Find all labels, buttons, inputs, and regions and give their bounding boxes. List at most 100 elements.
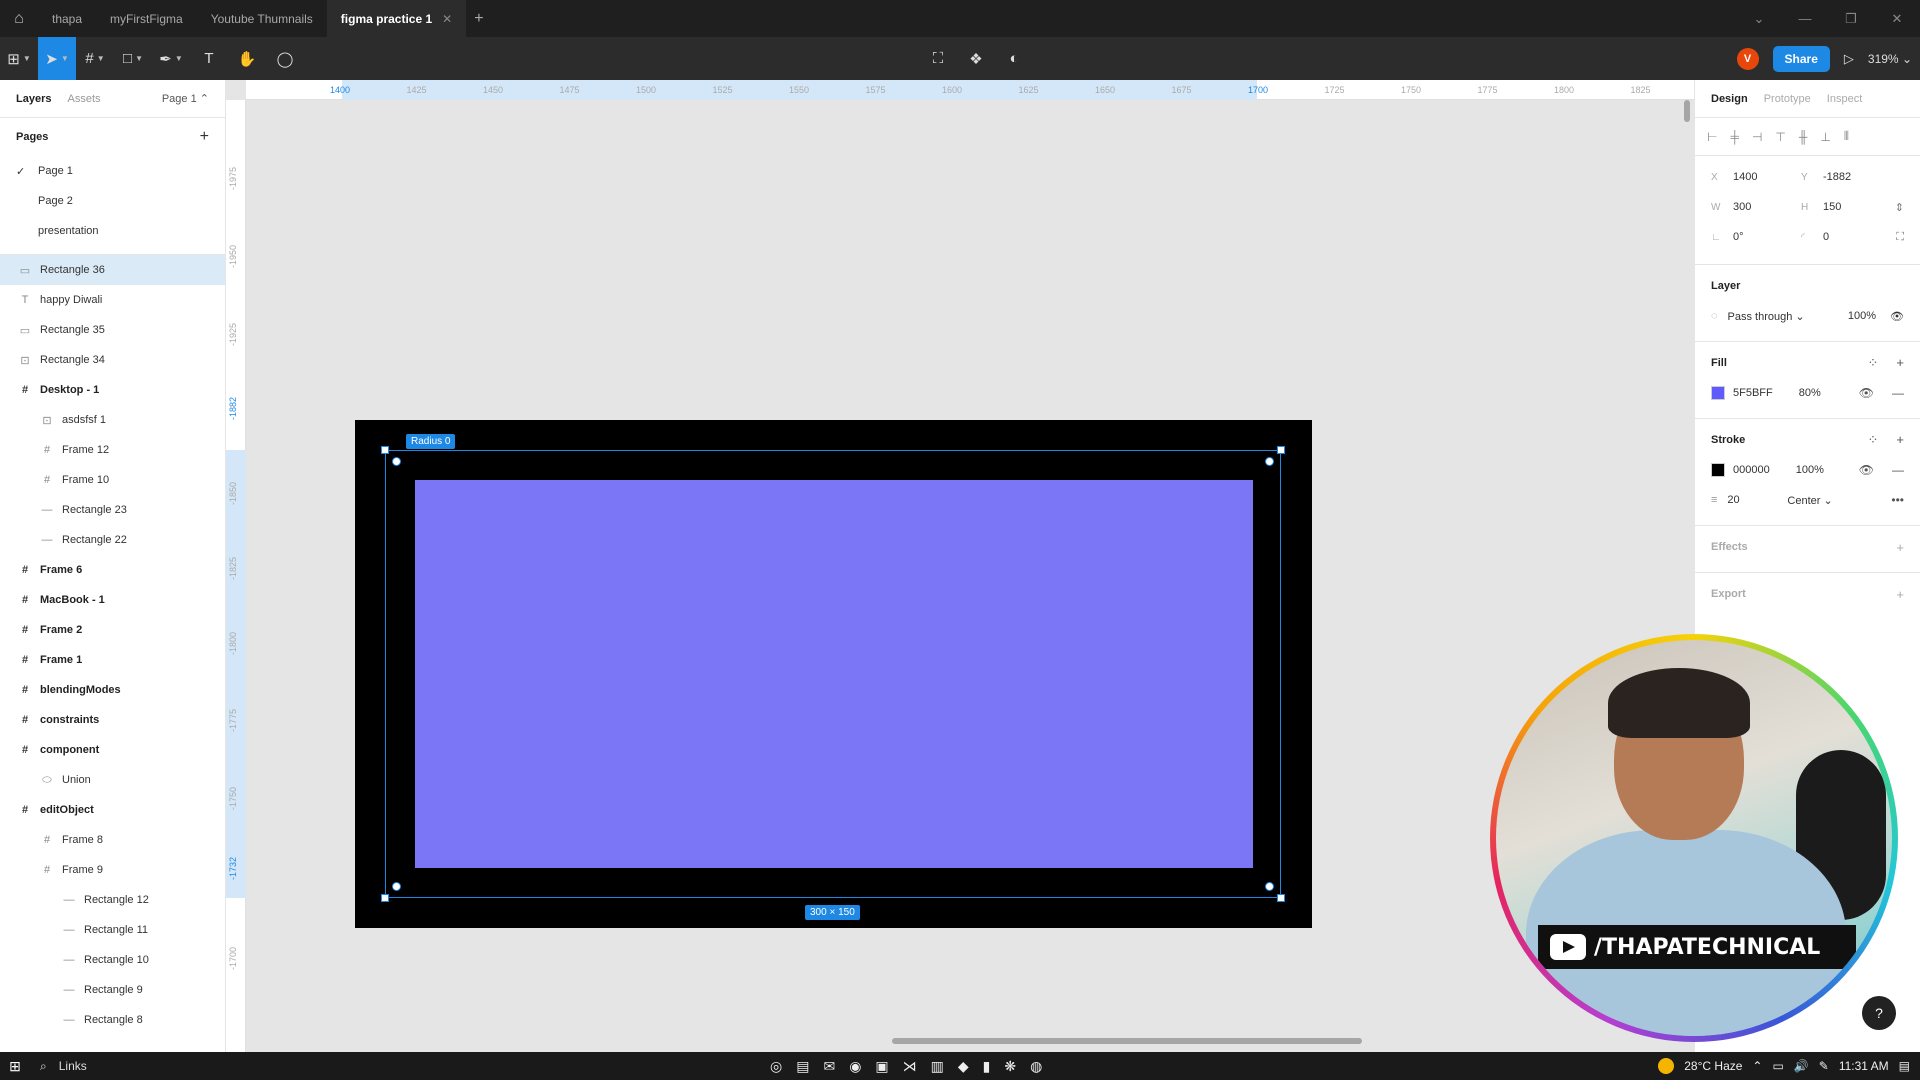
text-tool-icon[interactable]: T xyxy=(190,37,228,80)
pen-tool-icon[interactable]: ✒ ▼ xyxy=(152,37,190,80)
fill-opacity[interactable]: 80% xyxy=(1799,387,1821,399)
frame-tool-icon[interactable]: # ▼ xyxy=(76,37,114,80)
figma-icon[interactable]: ❋ xyxy=(1004,1058,1016,1075)
add-fill-icon[interactable]: + xyxy=(1896,355,1904,371)
layer-item[interactable]: — Rectangle 9 xyxy=(0,975,225,1005)
tab-inspect[interactable]: Inspect xyxy=(1827,93,1862,105)
layer-item[interactable]: ▭ Rectangle 35 xyxy=(0,315,225,345)
layer-item[interactable]: ⊡ Rectangle 34 xyxy=(0,345,225,375)
page-selector[interactable]: Page 1 ⌃ xyxy=(162,92,209,105)
styles-icon[interactable]: ⁘ xyxy=(1868,432,1879,448)
radius-handle-bl[interactable] xyxy=(392,882,401,891)
stroke-opacity[interactable]: 100% xyxy=(1796,464,1824,476)
remove-fill-icon[interactable]: — xyxy=(1892,386,1904,400)
tab-thapa[interactable]: thapa xyxy=(38,0,96,37)
page-item[interactable]: presentation xyxy=(0,216,225,246)
align-bottom-icon[interactable]: ⊥ xyxy=(1820,130,1830,144)
present-play-icon[interactable]: ▷ xyxy=(1844,51,1854,67)
radius-handle-tl[interactable] xyxy=(392,457,401,466)
stroke-swatch[interactable] xyxy=(1711,463,1725,477)
notifications-icon[interactable]: ▤ xyxy=(1899,1059,1910,1073)
crop-icon[interactable]: ⛶ xyxy=(926,37,950,80)
mail-icon[interactable]: ✉ xyxy=(823,1058,835,1075)
layer-item[interactable]: — Rectangle 22 xyxy=(0,525,225,555)
fill-swatch[interactable] xyxy=(1711,386,1725,400)
constrain-proportions-icon[interactable]: ⇕ xyxy=(1895,201,1904,214)
eye-icon[interactable]: 👁 xyxy=(1859,386,1874,400)
office-icon[interactable]: ▥ xyxy=(931,1058,944,1075)
layer-item[interactable]: # Frame 2 xyxy=(0,615,225,645)
component-icon[interactable]: ❖ xyxy=(964,37,988,80)
styles-icon[interactable]: ⁘ xyxy=(1868,355,1879,371)
add-export-icon[interactable]: + xyxy=(1896,587,1904,602)
canvas[interactable]: 1400 1425 1450 1475 1500 1525 1550 1575 1600 1625… xyxy=(226,80,1694,1052)
hand-tool-icon[interactable]: ✋ xyxy=(228,37,266,80)
distribute-icon[interactable]: ⫴ xyxy=(1844,129,1849,144)
layer-item[interactable]: # Frame 1 xyxy=(0,645,225,675)
h-field[interactable]: 150 xyxy=(1823,201,1891,213)
close-tab-icon[interactable]: ✕ xyxy=(442,12,452,26)
layer-item[interactable]: — Rectangle 11 xyxy=(0,915,225,945)
layer-item[interactable]: # constraints xyxy=(0,705,225,735)
tab-assets[interactable]: Assets xyxy=(67,93,100,105)
blend-mode-select[interactable]: Pass through ⌄ xyxy=(1728,310,1805,323)
obs-icon[interactable]: ◍ xyxy=(1030,1058,1042,1075)
layer-item[interactable]: — Rectangle 8 xyxy=(0,1005,225,1035)
restore-icon[interactable]: ❐ xyxy=(1828,11,1874,27)
contrast-icon[interactable]: ◐ xyxy=(1002,37,1026,80)
layer-item[interactable]: # Desktop - 1 xyxy=(0,375,225,405)
layer-item[interactable]: — Rectangle 12 xyxy=(0,885,225,915)
layer-item[interactable]: # blendingModes xyxy=(0,675,225,705)
move-tool-icon[interactable]: ➤ ▼ xyxy=(38,37,76,80)
notes-icon[interactable]: ▮ xyxy=(983,1058,991,1075)
close-window-icon[interactable]: ✕ xyxy=(1874,11,1920,27)
tab-myfirstfigma[interactable]: myFirstFigma xyxy=(96,0,197,37)
resize-handle-bl[interactable] xyxy=(381,894,389,902)
zoom-level[interactable]: 319% ⌄ xyxy=(1868,52,1912,66)
pen-icon[interactable]: ✎ xyxy=(1819,1059,1829,1073)
layer-item[interactable]: Thappy Diwali xyxy=(0,285,225,315)
resize-handle-br[interactable] xyxy=(1277,894,1285,902)
corner-radius-field[interactable]: 0 xyxy=(1823,231,1891,243)
fill-hex[interactable]: 5F5BFF xyxy=(1733,387,1773,399)
windows-start-icon[interactable]: ⊞ xyxy=(0,1058,30,1075)
layer-item[interactable]: — Rectangle 10 xyxy=(0,945,225,975)
tray-chevron-icon[interactable]: ⌃ xyxy=(1752,1059,1762,1073)
comment-tool-icon[interactable]: ◯ xyxy=(266,37,304,80)
x-field[interactable]: 1400 xyxy=(1733,171,1801,183)
remove-stroke-icon[interactable]: — xyxy=(1892,463,1904,477)
radius-handle-tr[interactable] xyxy=(1265,457,1274,466)
layer-item[interactable]: # Frame 12 xyxy=(0,435,225,465)
layer-item[interactable]: — Rectangle 23 xyxy=(0,495,225,525)
radius-handle-br[interactable] xyxy=(1265,882,1274,891)
tab-layers[interactable]: Layers xyxy=(16,93,51,105)
tab-youtube-thumnails[interactable]: Youtube Thumnails xyxy=(197,0,327,37)
home-icon[interactable]: ⌂ xyxy=(0,0,38,37)
eye-icon[interactable]: 👁 xyxy=(1859,463,1874,477)
align-center-h-icon[interactable]: ╪ xyxy=(1730,130,1739,144)
shape-tool-icon[interactable]: □ ▼ xyxy=(114,37,152,80)
stroke-align-select[interactable]: Center ⌄ xyxy=(1787,494,1832,507)
layer-item[interactable]: # Frame 6 xyxy=(0,555,225,585)
independent-corners-icon[interactable]: ⛶ xyxy=(1896,231,1904,244)
stroke-width-field[interactable]: 20 xyxy=(1727,494,1787,506)
tab-figma-practice-1[interactable]: figma practice 1 ✕ xyxy=(326,0,467,37)
align-middle-v-icon[interactable]: ╫ xyxy=(1799,130,1808,144)
network-icon[interactable]: ▭ xyxy=(1772,1059,1783,1073)
layer-item[interactable]: # Frame 8 xyxy=(0,825,225,855)
align-top-icon[interactable]: ⊤ xyxy=(1775,130,1785,144)
clock[interactable]: 11:31 AM xyxy=(1839,1059,1889,1073)
tab-prototype[interactable]: Prototype xyxy=(1764,93,1811,105)
resize-handle-tr[interactable] xyxy=(1277,446,1285,454)
vertical-scrollbar[interactable] xyxy=(1684,100,1690,122)
help-icon[interactable]: ? xyxy=(1862,996,1896,1030)
layer-item[interactable]: # MacBook - 1 xyxy=(0,585,225,615)
edge-icon[interactable]: ◎ xyxy=(770,1058,782,1075)
eye-icon[interactable]: 👁 xyxy=(1890,310,1904,323)
add-stroke-icon[interactable]: + xyxy=(1896,432,1904,448)
layer-item[interactable]: ⊡ asdsfsf 1 xyxy=(0,405,225,435)
new-tab-icon[interactable]: + xyxy=(466,10,491,28)
sublime-icon[interactable]: ◆ xyxy=(958,1058,969,1075)
horizontal-scrollbar[interactable] xyxy=(892,1038,1362,1044)
layer-opacity[interactable]: 100% xyxy=(1848,310,1876,322)
